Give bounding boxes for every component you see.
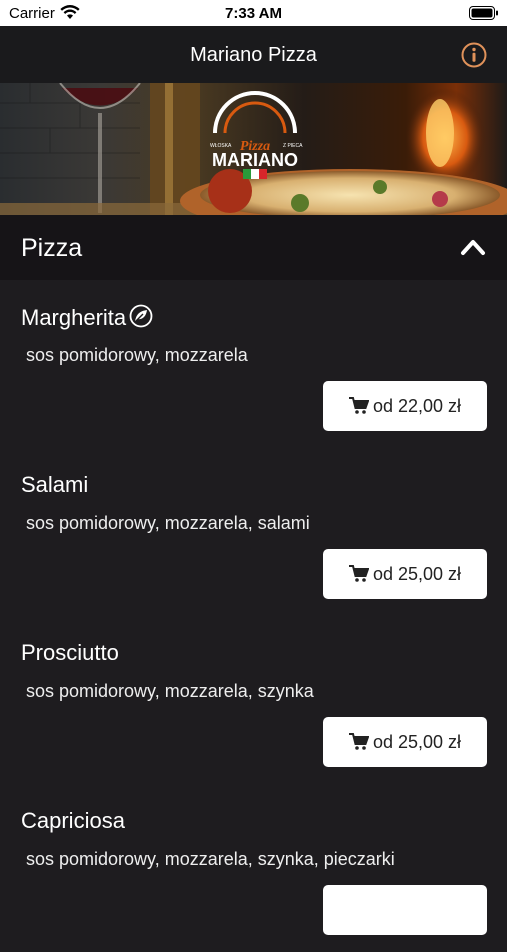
item-description: sos pomidorowy, mozzarela, szynka <box>26 681 314 701</box>
menu-item: Prosciutto sos pomidorowy, mozzarela, sz… <box>0 616 507 784</box>
cart-icon <box>348 733 369 750</box>
item-name: Capriciosa <box>21 808 125 833</box>
status-time: 7:33 AM <box>225 5 282 22</box>
add-to-cart-button[interactable]: od 25,00 zł <box>323 717 487 767</box>
hero-image: WŁOSKA Z PIECA Pizza MARIANO <box>0 83 507 215</box>
add-to-cart-button[interactable]: od 25,00 zł <box>323 549 487 599</box>
chevron-up-icon[interactable] <box>460 237 486 257</box>
category-title: Pizza <box>21 234 83 262</box>
price-label: od 22,00 zł <box>372 395 462 416</box>
cart-icon <box>348 565 369 582</box>
menu-item: Salami sos pomidorowy, mozzarela, salami… <box>0 448 507 616</box>
item-name: Salami <box>21 472 89 497</box>
item-name: Margherita <box>21 304 153 331</box>
cart-icon <box>348 397 369 414</box>
page-title: Mariano Pizza <box>190 44 317 66</box>
add-to-cart-button[interactable]: od 22,00 zł <box>323 381 487 431</box>
price-label: od 25,00 zł <box>372 563 462 584</box>
info-icon[interactable] <box>461 42 487 68</box>
add-to-cart-button[interactable] <box>323 885 487 935</box>
item-name: Prosciutto <box>21 640 119 665</box>
leaf-icon <box>129 304 153 328</box>
item-description: sos pomidorowy, mozzarela <box>26 345 248 365</box>
nav-bar: Mariano Pizza <box>0 26 507 83</box>
mariano-logo: WŁOSKA Z PIECA Pizza MARIANO <box>210 91 303 179</box>
status-bar: Carrier 7:33 AM <box>0 0 507 26</box>
menu-list: Margherita sos pomidorowy, mozzarela od … <box>0 280 507 952</box>
svg-text:WŁOSKA: WŁOSKA <box>210 143 232 149</box>
menu-item: Capriciosa sos pomidorowy, mozzarela, sz… <box>0 784 507 952</box>
price-label: od 25,00 zł <box>372 731 462 752</box>
category-header[interactable]: Pizza <box>0 215 507 280</box>
svg-text:MARIANO: MARIANO <box>212 150 298 170</box>
svg-text:Z PIECA: Z PIECA <box>283 143 303 149</box>
item-description: sos pomidorowy, mozzarela, salami <box>26 513 310 533</box>
item-description: sos pomidorowy, mozzarela, szynka, piecz… <box>26 849 395 869</box>
hero-banner: WŁOSKA Z PIECA Pizza MARIANO <box>0 83 507 215</box>
menu-item: Margherita sos pomidorowy, mozzarela od … <box>0 280 507 448</box>
battery-icon <box>469 6 498 20</box>
